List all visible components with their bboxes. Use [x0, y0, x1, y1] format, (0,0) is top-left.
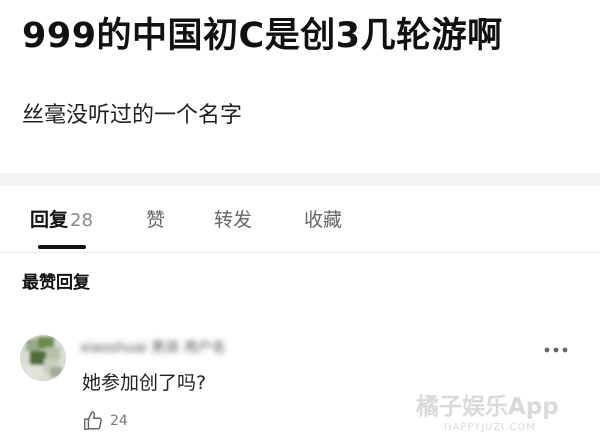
avatar[interactable] [20, 335, 66, 381]
tab-reposts[interactable]: 转发 [214, 206, 252, 234]
comment-like-button[interactable]: 24 [82, 408, 128, 434]
comment-author-name[interactable]: xiaoshuai 男孩 用户名 [80, 337, 226, 359]
section-heading-top-replies: 最赞回复 [22, 273, 90, 293]
tab-favorites[interactable]: 收藏 [304, 206, 342, 234]
post-title: 999的中国初C是创3几轮游啊 [22, 16, 503, 56]
tab-likes[interactable]: 赞 [146, 206, 165, 234]
tab-replies[interactable]: 回复 28 [30, 206, 93, 235]
tab-favorites-label: 收藏 [304, 209, 343, 231]
tab-replies-count: 28 [70, 210, 93, 231]
thumbs-up-icon [84, 411, 102, 430]
watermark-text: 橘子娱乐App [416, 394, 559, 420]
avatar-image [20, 335, 66, 381]
tab-bar: 回复 28 赞 转发 收藏 [0, 186, 600, 253]
tab-likes-label: 赞 [146, 209, 166, 231]
watermark-subtext: HAPPYJUZI.COM [444, 422, 536, 433]
tab-replies-label: 回复 [30, 209, 69, 231]
tab-reposts-label: 转发 [214, 209, 253, 231]
more-horizontal-icon [544, 347, 568, 353]
comment-text: 她参加创了吗? [82, 372, 207, 394]
watermark: 橘子娱乐App HAPPYJUZI.COM [416, 390, 596, 442]
like-count: 24 [110, 413, 128, 429]
post-body: 丝毫没听过的一个名字 [22, 103, 243, 128]
active-tab-indicator [38, 245, 86, 249]
more-options-button[interactable] [542, 340, 570, 360]
section-divider [0, 173, 600, 186]
